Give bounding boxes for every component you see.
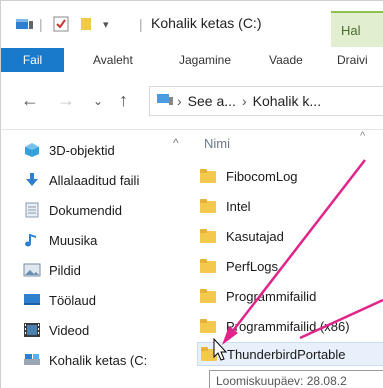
sidebar-item-label: Kohalik ketas (C: — [49, 352, 148, 368]
list-item-label: PerfLogs — [226, 258, 279, 274]
list-item[interactable]: PerfLogs — [200, 254, 383, 278]
navigation-pane: ^ 3D-objektid Allalaaditud faili Dokumen… — [0, 130, 192, 388]
breadcrumb-separator-icon: › — [177, 93, 182, 109]
folder-icon — [200, 229, 216, 243]
tab-drive-tools[interactable]: Draivi — [337, 48, 368, 72]
file-list-pane: ^ Nimi FibocomLog Intel Kasutajad PerfLo… — [192, 130, 383, 388]
folder-icon — [200, 289, 216, 303]
list-item[interactable]: Programmifailid — [200, 284, 383, 308]
address-row: ← → ⌄ ↑ › See a... › Kohalik k... — [0, 72, 383, 130]
list-item-selected[interactable]: ThunderbirdPortable — [197, 342, 383, 366]
sidebar-item-label: Pildid — [49, 262, 81, 278]
sidebar-item-videos[interactable]: Videod — [23, 318, 89, 342]
tab-home[interactable]: Avaleht — [93, 48, 133, 72]
address-bar[interactable]: › See a... › Kohalik k... — [149, 86, 383, 116]
folder-icon — [200, 169, 216, 183]
sidebar-item-label: Töölaud — [49, 292, 96, 308]
computer-icon — [156, 93, 174, 110]
list-item-label: ThunderbirdPortable — [227, 346, 346, 362]
folder-icon — [200, 199, 216, 213]
breadcrumb-this-pc[interactable]: See a... — [188, 93, 236, 109]
up-arrow-icon[interactable]: ↑ — [119, 90, 128, 111]
downloads-icon — [23, 172, 41, 188]
list-item-label: Kasutajad — [226, 228, 284, 244]
sidebar-item-label: Videod — [49, 322, 90, 338]
sidebar-item-documents[interactable]: Dokumendid — [23, 198, 122, 222]
quick-access-dropdown-icon[interactable]: ▾ — [103, 13, 109, 35]
sidebar-item-pictures[interactable]: Pildid — [23, 258, 81, 282]
forward-arrow-icon[interactable]: → — [57, 90, 75, 111]
tab-manage[interactable]: Hal — [331, 11, 383, 47]
sidebar-item-label: Allalaaditud faili — [49, 172, 140, 188]
pictures-icon — [23, 262, 41, 278]
list-item[interactable]: FibocomLog — [200, 164, 383, 188]
videos-icon — [23, 322, 41, 338]
sort-ascending-caret-icon: ^ — [360, 130, 366, 142]
list-item[interactable]: Intel — [200, 194, 383, 218]
tab-share[interactable]: Jagamine — [179, 48, 231, 72]
tab-file[interactable]: Fail — [1, 48, 64, 72]
explorer-app-icon[interactable] — [15, 13, 35, 35]
list-item[interactable]: Programmifailid (x86) — [200, 314, 383, 338]
folder-icon — [201, 347, 217, 361]
recent-locations-chevron-icon[interactable]: ⌄ — [93, 94, 103, 108]
sidebar-item-3d-objects[interactable]: 3D-objektid — [23, 138, 115, 162]
sidebar-item-desktop[interactable]: Töölaud — [23, 288, 96, 312]
music-icon — [23, 232, 41, 248]
3d-objects-icon — [23, 142, 41, 158]
scroll-up-chevron-icon[interactable]: ^ — [173, 136, 179, 150]
sidebar-item-label: 3D-objektid — [49, 142, 115, 158]
folder-icon — [200, 319, 216, 333]
properties-checkbox-icon[interactable] — [53, 13, 69, 35]
sidebar-item-downloads[interactable]: Allalaaditud faili — [23, 168, 139, 192]
ribbon-tabs: Fail Avaleht Jagamine Vaade Draivi — [0, 48, 383, 72]
new-folder-quick-icon[interactable] — [79, 13, 93, 35]
window-title: Kohalik ketas (C:) — [151, 15, 262, 31]
list-item-label: FibocomLog — [226, 168, 298, 184]
documents-icon — [23, 202, 41, 218]
breadcrumb-separator-icon: › — [241, 93, 247, 109]
list-item-label: Programmifailid (x86) — [226, 318, 350, 334]
title-bar: | ▾ | Kohalik ketas (C:) Hal — [0, 0, 383, 48]
list-item[interactable]: Kasutajad — [200, 224, 383, 248]
breadcrumb-local-disk[interactable]: Kohalik k... — [253, 93, 321, 109]
sidebar-item-label: Dokumendid — [49, 202, 122, 218]
list-item-label: Programmifailid — [226, 288, 317, 304]
title-separator-2: | — [139, 16, 143, 32]
back-arrow-icon[interactable]: ← — [21, 90, 39, 111]
column-header-name[interactable]: Nimi — [204, 136, 230, 151]
sidebar-item-local-disk[interactable]: Kohalik ketas (C: — [23, 348, 147, 372]
sidebar-item-music[interactable]: Muusika — [23, 228, 97, 252]
sidebar-item-label: Muusika — [49, 232, 98, 248]
tooltip: Loomiskuupäev: 28.08.2 — [209, 370, 383, 388]
drive-icon — [23, 352, 41, 368]
tab-view[interactable]: Vaade — [269, 48, 303, 72]
title-separator-1: | — [39, 16, 43, 32]
list-item-label: Intel — [226, 198, 251, 214]
desktop-icon — [23, 292, 41, 308]
tab-manage-label: Hal — [341, 23, 361, 38]
folder-icon — [200, 259, 216, 273]
